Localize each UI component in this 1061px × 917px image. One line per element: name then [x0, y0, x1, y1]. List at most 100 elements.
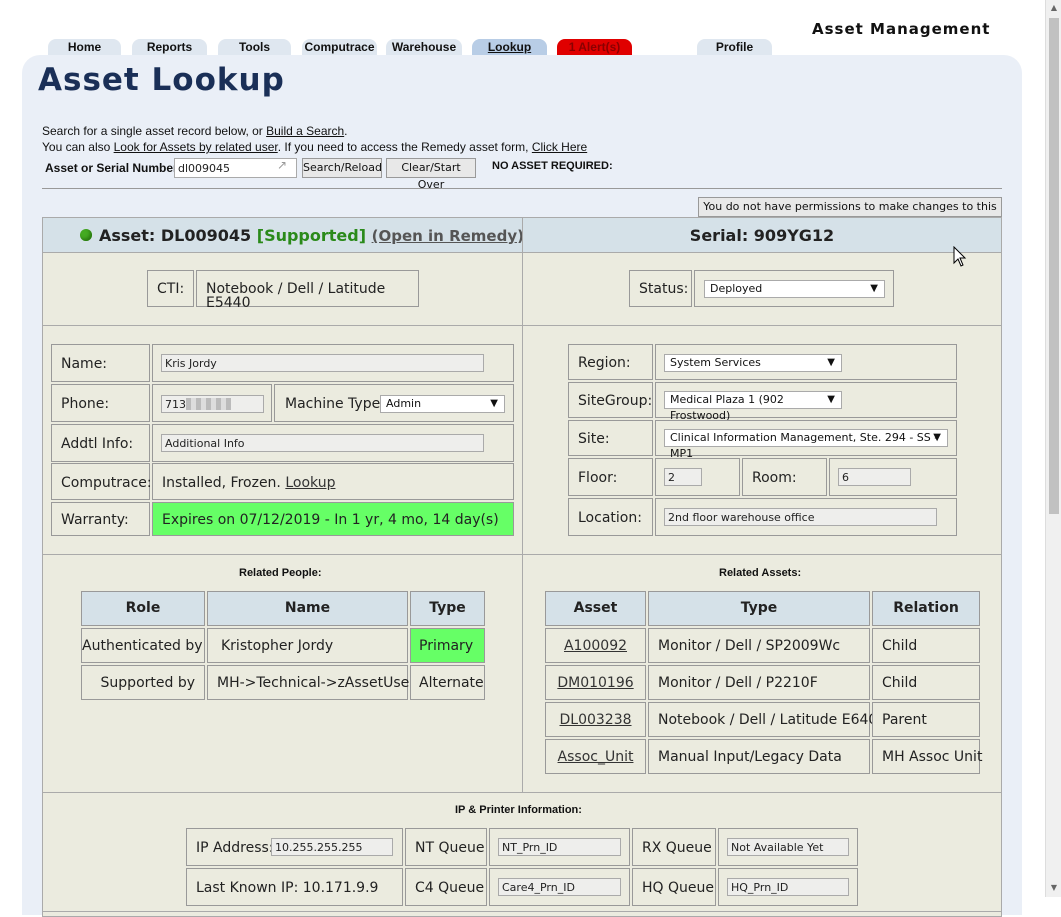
table-row-type: Notebook / Dell / Latitude E6400 [648, 702, 886, 737]
table-row-relation: MH Assoc Unit [872, 739, 982, 774]
related-people-title: Related People: [239, 567, 322, 579]
rx-queue-label: RX Queue [632, 828, 716, 866]
sitegroup-label: SiteGroup: [568, 382, 653, 418]
chevron-down-icon: ▼ [870, 283, 878, 294]
page-title: Asset Lookup [38, 62, 285, 98]
tab-profile[interactable]: Profile [697, 39, 772, 56]
serial-header: Serial: 909YG12 [522, 217, 1002, 253]
divider [42, 188, 1002, 189]
table-row-name: Kristopher Jordy [207, 628, 408, 663]
assets-col-type: Type [648, 591, 870, 626]
table-row-type: Monitor / Dell / P2210F [648, 665, 870, 700]
location-label: Location: [568, 498, 653, 536]
tab-warehouse[interactable]: Warehouse [386, 39, 462, 56]
clear-start-over-button[interactable]: Clear/Start Over [386, 158, 476, 191]
status-dot-icon [80, 229, 92, 241]
search-label: Asset or Serial Number: [45, 161, 182, 175]
asset-header: Asset: DL009045 [Supported] (Open in Rem… [42, 217, 524, 253]
people-col-name: Name [207, 591, 408, 626]
scrollbar-thumb[interactable] [1049, 18, 1059, 514]
computrace-lookup-link[interactable]: Lookup [285, 475, 335, 491]
room-label: Room: [742, 458, 827, 496]
chevron-down-icon: ▼ [827, 394, 835, 405]
tab-lookup[interactable]: Lookup [472, 39, 547, 56]
table-row-asset: Assoc_Unit [545, 739, 646, 774]
tab-computrace[interactable]: Computrace [302, 39, 377, 56]
no-asset-required-label: NO ASSET REQUIRED: [492, 160, 613, 172]
site-select[interactable]: Clinical Information Management, Ste. 29… [664, 429, 948, 460]
computrace-label: Computrace: [51, 463, 152, 500]
vertical-scrollbar[interactable]: ▲ ▼ [1045, 0, 1061, 897]
hq-queue-label: HQ Queue [632, 868, 716, 906]
tab-home[interactable]: Home [48, 39, 121, 56]
phone-label: Phone: [51, 384, 150, 422]
asset-link[interactable]: DM010196 [557, 675, 633, 691]
phone-redacted [186, 398, 231, 410]
addtl-info-input[interactable] [161, 434, 484, 452]
status-select[interactable]: Deployed ▼ [704, 280, 885, 298]
chevron-down-icon: ▼ [490, 398, 498, 409]
table-row-asset: DL003238 [545, 702, 646, 737]
permissions-button[interactable]: You do not have permissions to make chan… [698, 197, 1002, 230]
warranty-label: Warranty: [51, 502, 150, 536]
name-input[interactable] [161, 354, 484, 372]
related-user-link[interactable]: Look for Assets by related user [114, 140, 278, 154]
table-row-role: Authenticated by [81, 628, 205, 663]
sitegroup-select[interactable]: Medical Plaza 1 (902 Frostwood) ▼ [664, 391, 842, 422]
status-label: Status: [629, 270, 692, 307]
table-row-name: MH->Technical->zAssetUsers [207, 665, 422, 700]
region-select[interactable]: System Services ▼ [664, 354, 842, 372]
table-row-type: Alternate [410, 665, 485, 700]
addtl-info-label: Addtl Info: [51, 424, 150, 462]
cti-label: CTI: [147, 270, 194, 307]
nt-queue-input[interactable] [498, 838, 621, 856]
intro-text: Search for a single asset record below, … [42, 124, 267, 138]
search-reload-button[interactable]: Search/Reload [302, 158, 382, 178]
computrace-status: Installed, Frozen. [162, 475, 281, 491]
tab-alerts[interactable]: 1 Alert(s) [557, 39, 632, 56]
assets-col-relation: Relation [872, 591, 980, 626]
asset-link[interactable]: DL003238 [559, 712, 631, 728]
wrench-icon: ↗ [277, 158, 288, 172]
build-search-link[interactable]: Build a Search [266, 124, 344, 138]
floor-label: Floor: [568, 458, 653, 496]
tab-reports[interactable]: Reports [132, 39, 207, 56]
last-ip-label: Last Known IP: [196, 880, 299, 896]
table-row-type: Primary [410, 628, 485, 663]
asset-link[interactable]: A100092 [564, 638, 627, 654]
asset-id: Asset: DL009045 [99, 226, 252, 245]
ip-address-input[interactable] [271, 838, 393, 856]
table-row-asset: A100092 [545, 628, 646, 663]
asset-link[interactable]: Assoc_Unit [558, 749, 634, 765]
ip-printer-title: IP & Printer Information: [455, 804, 582, 816]
floor-input[interactable] [664, 468, 702, 486]
table-row-type: Manual Input/Legacy Data [648, 739, 870, 774]
c4-queue-input[interactable] [498, 878, 621, 896]
table-row-type: Monitor / Dell / SP2009Wc [648, 628, 870, 663]
table-row-asset: DM010196 [545, 665, 646, 700]
mouse-cursor-icon [953, 246, 967, 267]
remedy-form-link[interactable]: Click Here [532, 140, 587, 154]
room-input[interactable] [838, 468, 911, 486]
assets-col-asset: Asset [545, 591, 646, 626]
table-row-relation: Child [872, 628, 980, 663]
open-in-remedy-link[interactable]: (Open in Remedy) [372, 227, 524, 245]
tab-tools[interactable]: Tools [218, 39, 291, 56]
scroll-down-arrow-icon[interactable]: ▼ [1046, 880, 1061, 896]
last-ip-value: 10.171.9.9 [302, 880, 379, 896]
nt-queue-label: NT Queue [405, 828, 487, 866]
people-col-type: Type [410, 591, 485, 626]
table-row-role: Supported by [81, 665, 205, 700]
rx-queue-input[interactable] [727, 838, 849, 856]
intro-text: . [344, 124, 348, 138]
site-label: Site: [568, 420, 653, 456]
intro-line-1: Search for a single asset record below, … [42, 124, 348, 138]
hq-queue-input[interactable] [727, 878, 849, 896]
machine-type-select[interactable]: Admin ▼ [380, 395, 505, 413]
scroll-up-arrow-icon[interactable]: ▲ [1046, 0, 1061, 16]
location-input[interactable] [664, 508, 937, 526]
cti-value: Notebook / Dell / Latitude E5440 [196, 270, 419, 310]
last-ip-cell: Last Known IP: 10.171.9.9 [186, 868, 403, 906]
table-row-relation: Child [872, 665, 980, 700]
intro-text: . If you need to access the Remedy asset… [277, 140, 532, 154]
